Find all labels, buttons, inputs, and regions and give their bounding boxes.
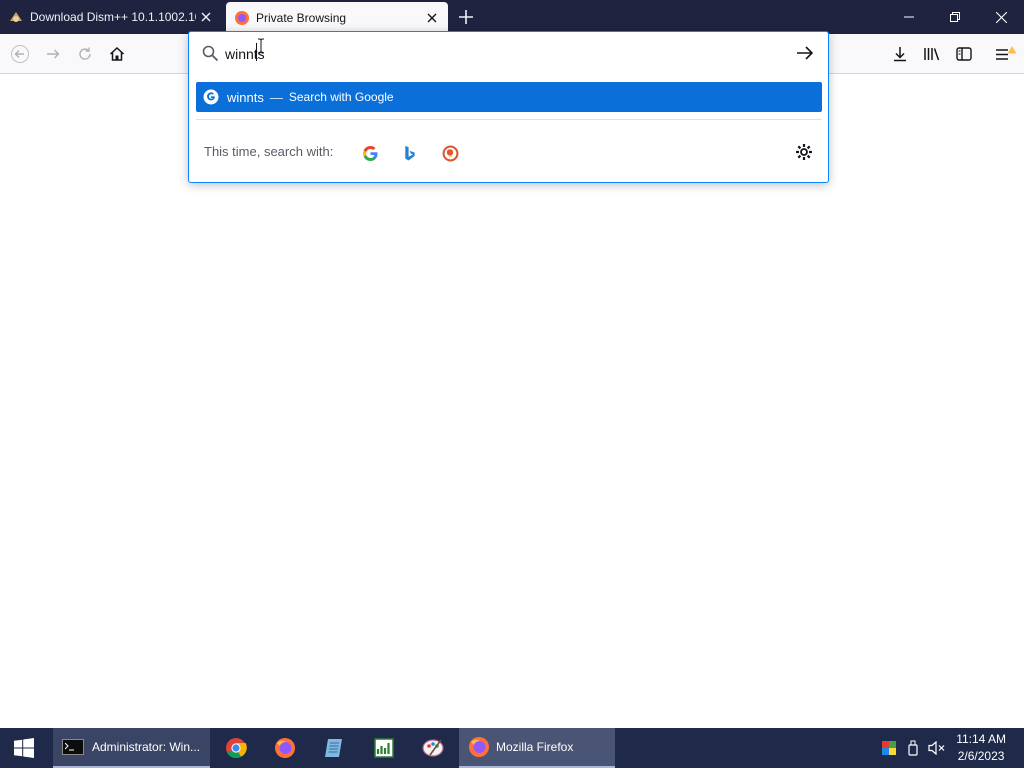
home-button[interactable] — [103, 40, 131, 68]
firefox-icon — [234, 10, 250, 26]
taskbar-chrome[interactable] — [222, 728, 250, 768]
divider — [196, 119, 822, 120]
tray-color-icon[interactable] — [880, 728, 898, 768]
taskbar-app-cmd[interactable]: Administrator: Win... — [53, 728, 210, 768]
taskbar-firefox-pinned[interactable] — [271, 728, 299, 768]
tray-usb-icon[interactable] — [905, 728, 921, 768]
tab-title: Download Dism++ 10.1.1002.10 — [30, 10, 196, 24]
forward-arrow-icon — [47, 49, 60, 59]
taskbar-paint[interactable] — [419, 728, 447, 768]
sidebar-button[interactable] — [950, 40, 978, 68]
plus-icon — [459, 10, 473, 24]
tab-strip: Download Dism++ 10.1.1002.10 Private Bro… — [0, 0, 1024, 34]
close-window-button[interactable] — [978, 0, 1024, 34]
go-button[interactable] — [796, 45, 814, 66]
spreadsheet-icon — [374, 738, 394, 758]
one-off-search-label: This time, search with: — [204, 144, 334, 159]
notepad-icon — [325, 739, 342, 757]
gear-icon — [796, 144, 812, 160]
taskbar-app-label: Administrator: Win... — [92, 740, 201, 754]
library-button[interactable] — [918, 40, 946, 68]
tab-title: Private Browsing — [256, 11, 347, 25]
tab-private-browsing[interactable]: Private Browsing — [226, 2, 448, 34]
sidebar-icon — [956, 47, 972, 61]
urlbar-dropdown: winnts — Search with Google This time, s… — [188, 31, 829, 183]
hamburger-menu-icon — [996, 46, 1017, 60]
forward-button[interactable] — [39, 40, 67, 68]
taskbar-spreadsheet[interactable] — [370, 728, 398, 768]
clock-time: 11:14 AM — [956, 732, 1006, 746]
mouse-cursor-icon — [257, 38, 265, 59]
minimize-icon — [904, 16, 914, 18]
search-settings-button[interactable] — [795, 143, 813, 166]
firefox-icon — [275, 738, 295, 758]
google-icon — [362, 145, 378, 161]
tab-close-icon[interactable] — [196, 7, 216, 27]
minimize-button[interactable] — [886, 0, 932, 34]
system-clock[interactable]: 11:14 AM 2/6/2023 — [956, 731, 1006, 765]
go-arrow-icon — [797, 46, 814, 60]
firefox-icon — [468, 736, 490, 758]
paint-icon — [422, 739, 444, 757]
back-button[interactable] — [6, 40, 34, 68]
restore-icon — [950, 12, 960, 22]
taskbar-app-label: Mozilla Firefox — [496, 740, 574, 754]
start-button[interactable] — [0, 728, 48, 768]
reload-icon — [79, 47, 91, 60]
windows-logo-icon — [14, 738, 34, 758]
tab-close-icon[interactable] — [422, 8, 442, 28]
search-suggestion-row[interactable]: winnts — Search with Google — [196, 82, 822, 112]
google-engine-button[interactable] — [358, 141, 382, 165]
url-input[interactable] — [225, 43, 785, 65]
taskbar: Administrator: Win... Mozilla Firefox 11… — [0, 728, 1024, 768]
volume-muted-icon[interactable] — [927, 728, 947, 768]
taskbar-app-firefox[interactable]: Mozilla Firefox — [459, 728, 615, 768]
app-menu-button[interactable] — [992, 40, 1020, 68]
tab-dism-download[interactable]: Download Dism++ 10.1.1002.10 — [0, 0, 222, 34]
home-icon — [109, 46, 125, 61]
clock-date: 2/6/2023 — [957, 749, 1005, 763]
restore-button[interactable] — [932, 0, 978, 34]
duckduckgo-engine-button[interactable] — [438, 141, 462, 165]
bing-icon — [405, 145, 415, 161]
duckduckgo-icon — [442, 145, 458, 161]
command-prompt-icon — [62, 739, 84, 755]
new-tab-button[interactable] — [454, 5, 478, 29]
library-icon — [924, 48, 940, 61]
back-arrow-icon — [11, 45, 29, 63]
google-icon — [203, 89, 219, 105]
suggestion-action: Search with Google — [288, 90, 394, 104]
close-icon — [995, 11, 1007, 23]
dism-favicon-icon — [8, 9, 24, 25]
reload-button[interactable] — [71, 40, 99, 68]
chrome-icon — [226, 738, 247, 759]
suggestion-separator: — — [269, 89, 283, 105]
search-icon — [202, 45, 219, 67]
taskbar-notepad[interactable] — [320, 728, 348, 768]
bing-engine-button[interactable] — [398, 141, 422, 165]
downloads-button[interactable] — [886, 40, 914, 68]
download-icon — [894, 47, 906, 62]
suggestion-query: winnts — [227, 89, 264, 105]
